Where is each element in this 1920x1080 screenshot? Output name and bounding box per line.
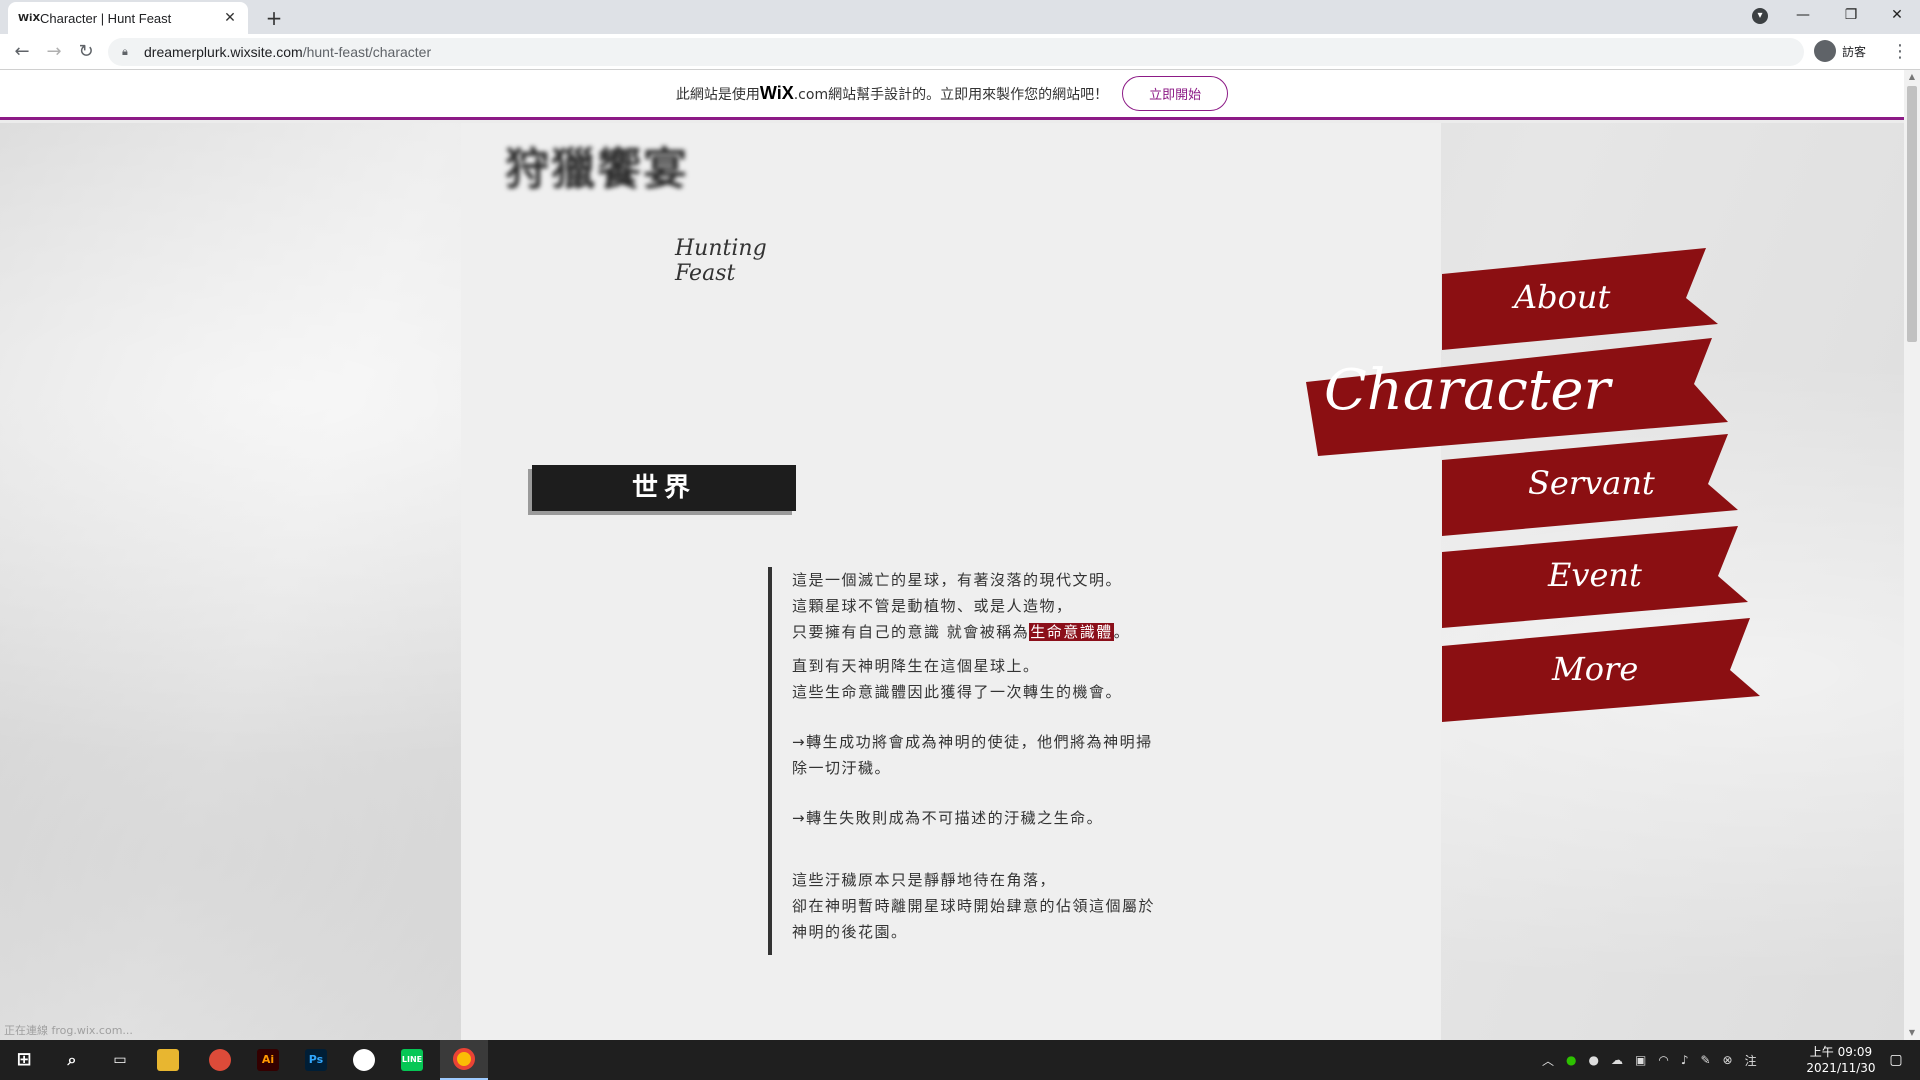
scroll-up-icon[interactable]: ▲ — [1904, 70, 1920, 84]
site-logo[interactable]: 狩獵饗宴 Hunting Feast — [505, 144, 815, 287]
story-line-after: 。 — [1113, 623, 1131, 641]
pen-icon[interactable]: ✎ — [1700, 1053, 1710, 1067]
nav-label-servant: Servant — [1528, 464, 1655, 502]
discord-icon[interactable]: ● — [1589, 1053, 1599, 1067]
forward-icon[interactable]: → — [40, 38, 68, 66]
taskbar: ⊞ ⌕ ▭ Ai Ps LINE ︿ ● ● ☁ ▣ ◠ ♪ ✎ ⊗ 注 上午 … — [0, 1040, 1920, 1080]
story-line: 只要擁有自己的意識 就會被稱為生命意識體。 — [792, 619, 1188, 645]
story-text-block: 這是一個滅亡的星球，有著沒落的現代文明。 這顆星球不管是動植物、或是人造物， 只… — [768, 567, 1188, 955]
tab-search-icon[interactable]: ▾ — [1752, 8, 1768, 24]
taskbar-app[interactable] — [340, 1040, 388, 1080]
search-button[interactable]: ⌕ — [48, 1040, 96, 1080]
url-text: dreamerplurk.wixsite.com/hunt-feast/char… — [144, 44, 431, 60]
scroll-thumb[interactable] — [1907, 86, 1917, 342]
taskbar-illustrator[interactable]: Ai — [244, 1040, 292, 1080]
browser-tab[interactable]: WiX Character | Hunt Feast ✕ — [8, 2, 248, 34]
nav-ribbon-more[interactable]: More — [1442, 618, 1760, 724]
story-line: 這些生命意識體因此獲得了一次轉生的機會。 — [792, 683, 1123, 701]
lock-icon: 🔒︎ — [122, 45, 128, 58]
chevron-up-icon[interactable]: ︿ — [1542, 1052, 1554, 1069]
taskbar-photoshop[interactable]: Ps — [292, 1040, 340, 1080]
story-line: 這是一個滅亡的星球，有著沒落的現代文明。 — [792, 571, 1123, 589]
nav-label-character: Character — [1324, 358, 1611, 423]
wix-banner-text-before: 此網站是使用 — [675, 86, 760, 103]
system-tray: ︿ ● ● ☁ ▣ ◠ ♪ ✎ ⊗ 注 — [1536, 1040, 1763, 1080]
chrome-icon — [209, 1049, 231, 1071]
story-line-before: 只要擁有自己的意識 就會被稱為 — [792, 623, 1030, 641]
nav-label-about: About — [1514, 278, 1611, 316]
back-icon[interactable]: ← — [8, 38, 36, 66]
photoshop-icon: Ps — [305, 1049, 327, 1071]
story-line: 神明的後花園。 — [792, 923, 908, 941]
taskbar-file-explorer[interactable] — [144, 1040, 192, 1080]
task-view-icon: ▭ — [113, 1052, 127, 1068]
nav-ribbon-about[interactable]: About — [1442, 248, 1718, 352]
nav-label-more: More — [1552, 650, 1639, 688]
address-bar[interactable]: 🔒︎ dreamerplurk.wixsite.com/hunt-feast/c… — [108, 38, 1804, 66]
illustrator-icon: Ai — [257, 1049, 279, 1071]
highlight-term: 生命意識體 — [1029, 623, 1114, 641]
close-window-icon[interactable]: ✕ — [1874, 0, 1920, 30]
volume-icon[interactable]: ♪ — [1681, 1053, 1689, 1067]
wix-banner: 此網站是使用 WiX .com網站幫手設計的。立即用來製作您的網站吧！ 立即開始 — [0, 70, 1904, 120]
notification-button[interactable]: ▢ — [1872, 1040, 1920, 1080]
story-line: 這些汙穢原本只是靜靜地待在角落， — [792, 871, 1057, 889]
nav-ribbon-event[interactable]: Event — [1442, 526, 1748, 630]
browser-toolbar: ← → ↻ 🔒︎ dreamerplurk.wixsite.com/hunt-f… — [0, 34, 1920, 70]
minimize-icon[interactable]: — — [1780, 0, 1826, 30]
task-view-button[interactable]: ▭ — [96, 1040, 144, 1080]
url-path: /hunt-feast/character — [302, 44, 432, 60]
close-circle-icon[interactable]: ⊗ — [1723, 1053, 1733, 1067]
notification-icon: ▢ — [1889, 1052, 1903, 1068]
nav-label-event: Event — [1548, 556, 1642, 594]
account-button[interactable]: 訪客 — [1814, 40, 1866, 62]
wix-banner-text-after: .com網站幫手設計的。立即用來製作您的網站吧！ — [793, 86, 1109, 103]
taskbar-chrome-user[interactable] — [196, 1040, 244, 1080]
tab-title: Character | Hunt Feast — [40, 10, 172, 26]
wix-logo: WiX — [759, 83, 794, 103]
scroll-down-icon[interactable]: ▼ — [1904, 1026, 1920, 1040]
section-title: 世界 — [532, 465, 796, 511]
wifi-icon[interactable]: ◠ — [1658, 1053, 1668, 1067]
story-line: 直到有天神明降生在這個星球上。 — [792, 657, 1040, 675]
nav-ribbon-servant[interactable]: Servant — [1442, 434, 1738, 538]
account-label: 訪客 — [1842, 44, 1867, 59]
close-tab-icon[interactable]: ✕ — [222, 10, 238, 26]
tab-bar: WiX Character | Hunt Feast ✕ + ▾ — ❐ ✕ — [0, 0, 1920, 34]
search-icon: ⌕ — [67, 1050, 77, 1069]
chat-bubble-icon — [353, 1049, 375, 1071]
taskbar-chrome[interactable] — [440, 1040, 488, 1080]
reload-icon[interactable]: ↻ — [72, 38, 100, 66]
page-scrollbar[interactable]: ▲ ▼ — [1904, 70, 1920, 1040]
taskbar-line[interactable]: LINE — [388, 1040, 436, 1080]
status-hint: 正在連線 frog.wix.com... — [4, 1024, 133, 1037]
chrome-icon — [453, 1048, 475, 1070]
menu-dots-icon[interactable]: ⋮ — [1888, 38, 1912, 66]
new-tab-button[interactable]: + — [260, 4, 288, 32]
logo-subtitle: Hunting Feast — [675, 236, 767, 286]
wechat-icon[interactable]: ● — [1566, 1053, 1576, 1067]
start-button[interactable]: ⊞ — [0, 1040, 48, 1080]
device-icon[interactable]: ▣ — [1635, 1053, 1646, 1067]
folder-icon — [157, 1049, 179, 1071]
story-line: 卻在神明暫時離開星球時開始肆意的佔領這個屬於 — [792, 897, 1156, 915]
story-line: 這顆星球不管是動植物、或是人造物， — [792, 597, 1073, 615]
wix-favicon-icon: WiX — [18, 12, 41, 24]
logo-glyphs: 狩獵饗宴 — [505, 144, 689, 195]
ime-icon[interactable]: 注 — [1745, 1052, 1757, 1069]
avatar-icon — [1814, 40, 1836, 62]
windows-icon: ⊞ — [16, 1049, 32, 1070]
restore-icon[interactable]: ❐ — [1828, 0, 1874, 30]
story-line: →轉生失敗則成為不可描述的汙穢之生命。 — [792, 809, 1104, 827]
url-host: dreamerplurk.wixsite.com — [144, 44, 303, 60]
story-line: 除一切汙穢。 — [792, 759, 892, 777]
story-line: →轉生成功將會成為神明的使徒，他們將為神明掃 — [792, 733, 1153, 751]
line-icon: LINE — [401, 1049, 423, 1071]
start-now-button[interactable]: 立即開始 — [1122, 76, 1229, 111]
onedrive-icon[interactable]: ☁ — [1611, 1053, 1623, 1067]
